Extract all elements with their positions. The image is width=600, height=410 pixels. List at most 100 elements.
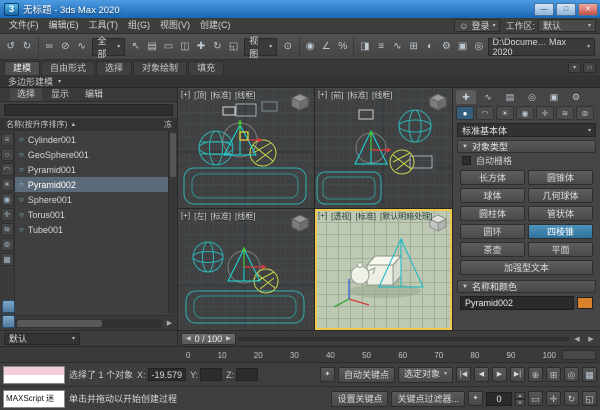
pyramid-button-active[interactable]: 四棱锥 — [528, 224, 593, 239]
orbit-icon[interactable]: ↻ — [564, 391, 579, 406]
scrollbar-thumb[interactable] — [170, 133, 176, 177]
track-bar-end-button[interactable] — [562, 350, 596, 360]
viewcube[interactable] — [427, 91, 449, 113]
viewport-top[interactable]: [+] [顶] [标准] [线框] — [178, 88, 314, 208]
selection-region-button[interactable]: ▭ — [161, 37, 176, 56]
ribbon-tab-object-paint[interactable]: 对象绘制 — [133, 61, 187, 75]
display-geometry-toggle[interactable]: ○ — [1, 148, 14, 161]
selection-filter-dropdown[interactable]: 全部 ▾ — [92, 38, 125, 56]
ribbon-tab-selection[interactable]: 选择 — [96, 61, 132, 75]
viewport-style-label[interactable]: [标准] — [211, 90, 231, 101]
go-to-start-button[interactable]: |◀ — [456, 367, 471, 382]
tube-button[interactable]: 管状体 — [528, 206, 593, 221]
zoom-icon[interactable]: ⊕ — [528, 367, 543, 382]
geosphere-button[interactable]: 几何球体 — [528, 188, 593, 203]
explorer-menu-edit[interactable]: 编辑 — [78, 88, 110, 101]
menu-item-tools[interactable]: 工具(T) — [84, 18, 124, 33]
explorer-column-header[interactable]: 名称(按升序排序) ▲ 冻 — [0, 118, 177, 131]
time-slider-track[interactable] — [238, 337, 569, 341]
workspace-dropdown[interactable]: 默认 ▾ — [538, 19, 596, 32]
zoom-extents-all-icon[interactable]: ▦ — [582, 367, 597, 382]
create-tab-icon[interactable]: ✚ — [456, 90, 476, 104]
viewport-pov-label[interactable]: [前] — [331, 90, 343, 101]
z-coordinate-field[interactable] — [236, 368, 258, 381]
search-input[interactable] — [4, 104, 173, 116]
maximize-viewport-toggle-icon[interactable]: ◱ — [582, 391, 597, 406]
display-shapes-toggle[interactable]: ◠ — [1, 163, 14, 176]
previous-frame-icon[interactable]: ◀ — [186, 335, 191, 342]
go-to-end-button[interactable]: ▶| — [510, 367, 525, 382]
viewport-menu-plus[interactable]: [+] — [181, 90, 190, 101]
cone-button[interactable]: 圆锥体 — [528, 170, 593, 185]
helpers-category-icon[interactable]: ✛ — [536, 106, 554, 120]
viewcube[interactable] — [289, 91, 311, 113]
shapes-category-icon[interactable]: ◠ — [476, 106, 494, 120]
display-tab-icon[interactable]: ▣ — [544, 90, 564, 104]
viewport-left[interactable]: [+] [左] [标准] [线框] — [178, 209, 314, 330]
explorer-menu-display[interactable]: 显示 — [44, 88, 76, 101]
display-all-toggle[interactable]: ≡ — [1, 133, 14, 146]
zoom-all-icon[interactable]: ⊞ — [546, 367, 561, 382]
track-bar[interactable]: 0 10 20 30 40 50 60 70 80 90 100 — [0, 346, 600, 362]
object-color-swatch[interactable] — [577, 297, 593, 309]
rendered-frame-window-button[interactable]: ▣ — [455, 37, 470, 56]
scrollbar-thumb[interactable] — [17, 320, 102, 327]
viewport-menu-plus[interactable]: [+] — [318, 90, 327, 101]
geometry-category-dropdown[interactable]: 标准基本体 ▾ — [457, 123, 596, 137]
bind-to-space-warp-button[interactable]: ∿ — [74, 37, 89, 56]
viewport-shading-label[interactable]: [线框] — [372, 90, 392, 101]
viewport-shading-label[interactable]: [线框] — [235, 211, 255, 222]
unlink-selection-button[interactable]: ⊘ — [58, 37, 73, 56]
autogrid-checkbox[interactable] — [462, 156, 471, 165]
zoom-region-icon[interactable]: ▭ — [528, 391, 543, 406]
select-by-name-button[interactable]: ▤ — [145, 37, 160, 56]
object-type-rollout-header[interactable]: ▼ 对象类型 — [457, 140, 596, 153]
render-button[interactable]: ◎ — [471, 37, 486, 56]
menu-item-views[interactable]: 视图(V) — [155, 18, 195, 33]
menu-item-edit[interactable]: 编辑(E) — [44, 18, 84, 33]
viewport-style-label[interactable]: [标准] — [356, 211, 376, 222]
scroll-right-icon[interactable]: ▶ — [163, 317, 176, 330]
spacewarps-category-icon[interactable]: ≋ — [556, 106, 574, 120]
menu-item-create[interactable]: 创建(C) — [195, 18, 236, 33]
window-crossing-toggle[interactable]: ◫ — [177, 37, 192, 56]
render-setup-button[interactable]: ⚙ — [439, 37, 454, 56]
scrollbar-track[interactable] — [15, 319, 162, 328]
ribbon-group-polygon-modeling[interactable]: 多边形建模 — [8, 75, 53, 88]
sign-in-button[interactable]: ☺ 登录 ▾ — [454, 19, 500, 32]
display-bones-toggle[interactable]: ▦ — [1, 253, 14, 266]
ribbon-minimize-icon[interactable]: ▾ — [568, 62, 581, 73]
ribbon-tab-modeling[interactable]: 建模 — [4, 61, 40, 75]
teapot-button[interactable]: 茶壶 — [460, 242, 525, 257]
undo-button[interactable]: ↺ — [3, 37, 18, 56]
systems-category-icon[interactable]: ⊚ — [576, 106, 594, 120]
select-object-button[interactable]: ↖ — [128, 37, 143, 56]
viewcube[interactable] — [289, 212, 311, 234]
timeline-scroll-left-icon[interactable]: ◀ — [571, 335, 583, 343]
menu-item-file[interactable]: 文件(F) — [4, 18, 44, 33]
viewport-style-label[interactable]: [标准] — [348, 90, 368, 101]
geometry-category-icon[interactable]: ● — [456, 106, 474, 120]
list-item[interactable]: ○ Tube001 — [15, 222, 177, 237]
list-item[interactable]: ○ GeoSphere001 — [15, 147, 177, 162]
ribbon-panel-icon[interactable]: ▭ — [583, 62, 596, 73]
minimize-button[interactable]: — — [534, 3, 554, 16]
plane-button[interactable]: 平面 — [528, 242, 593, 257]
torus-button[interactable]: 圆环 — [460, 224, 525, 239]
sphere-button[interactable]: 球体 — [460, 188, 525, 203]
select-and-scale-button[interactable]: ◱ — [226, 37, 241, 56]
list-item[interactable]: ○ Pyramid001 — [15, 162, 177, 177]
previous-frame-button[interactable]: ◀ — [474, 367, 489, 382]
app-logo-icon[interactable]: 3 — [4, 3, 19, 16]
maxscript-mini-listener[interactable]: MAXScript 迷 — [3, 390, 65, 408]
zoom-extents-icon[interactable]: ◎ — [564, 367, 579, 382]
list-item[interactable]: ○ Cylinder001 — [15, 132, 177, 147]
set-key-button[interactable]: 设置关键点 — [331, 391, 388, 407]
time-slider-handle[interactable]: ◀ 0 / 100 ▶ — [181, 333, 236, 345]
display-spacewarps-toggle[interactable]: ≋ — [1, 223, 14, 236]
cameras-category-icon[interactable]: ◉ — [516, 106, 534, 120]
redo-button[interactable]: ↻ — [19, 37, 34, 56]
maximize-button[interactable]: □ — [556, 3, 576, 16]
select-and-link-button[interactable]: ∞ — [42, 37, 57, 56]
next-frame-icon[interactable]: ▶ — [226, 335, 231, 342]
